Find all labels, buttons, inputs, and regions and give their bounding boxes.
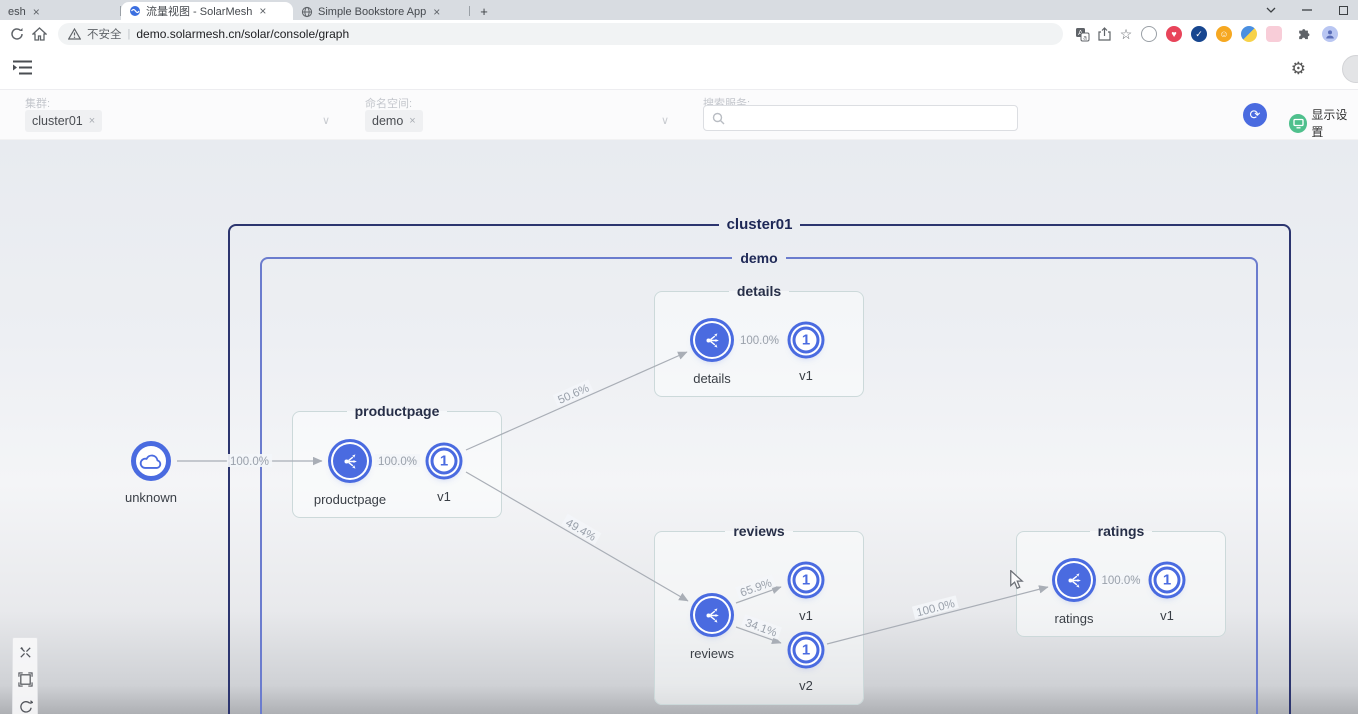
menu-unfold-icon[interactable] <box>13 59 32 81</box>
chip-remove-icon[interactable]: × <box>89 115 95 127</box>
service-title: details <box>729 283 789 299</box>
translate-icon[interactable]: Aa <box>1071 23 1093 45</box>
app-header: ⚙ <box>0 48 1358 90</box>
tab-title: 流量视图 - SolarMesh <box>146 3 252 19</box>
extensions-puzzle-icon[interactable] <box>1291 23 1313 45</box>
extension-grey-icon[interactable] <box>1141 26 1157 42</box>
minimize-icon[interactable] <box>1300 3 1314 17</box>
reload-icon[interactable] <box>6 23 28 45</box>
bookmark-star-icon[interactable]: ☆ <box>1115 23 1137 45</box>
traffic-graph-canvas[interactable]: 100.0%100.0%50.6%49.4%100.0%65.9%34.1%10… <box>0 140 1358 714</box>
reset-view-icon[interactable] <box>16 697 34 714</box>
search-icon <box>712 112 725 125</box>
refresh-button[interactable]: ⟳ <box>1243 103 1267 127</box>
node-label: ratings <box>1054 611 1093 626</box>
service-title: productpage <box>347 403 448 419</box>
filter-bar: 集群: cluster01 × ∨ 命名空间: demo × ∨ 搜索服务: <box>0 90 1358 140</box>
namespace-filter-chip[interactable]: demo × <box>365 110 423 132</box>
service-node-icon[interactable] <box>695 323 729 357</box>
workload-count-badge[interactable]: 1 <box>793 567 820 594</box>
address-bar[interactable]: 不安全 | demo.solarmesh.cn/solar/console/gr… <box>58 23 1063 45</box>
browser-tab-1[interactable]: esh × <box>0 3 120 20</box>
namespace-select-chevron-icon[interactable]: ∨ <box>661 114 669 127</box>
header-avatar[interactable] <box>1342 55 1358 83</box>
workload-count-badge[interactable]: 1 <box>793 637 820 664</box>
browser-tab-strip: esh × 流量视图 - SolarMesh × Simple Bookstor… <box>0 0 1358 20</box>
fullscreen-toggle-icon[interactable] <box>16 643 34 661</box>
workload-count-badge[interactable]: 1 <box>431 448 458 475</box>
url-separator: | <box>128 28 131 40</box>
share-icon[interactable] <box>1093 23 1115 45</box>
browser-tab-2-active[interactable]: 流量视图 - SolarMesh × <box>121 2 293 20</box>
service-group-details: details <box>654 283 864 397</box>
gear-icon[interactable]: ⚙ <box>1291 59 1306 79</box>
tab-close-icon[interactable]: × <box>431 6 442 18</box>
node-label: unknown <box>125 490 177 505</box>
cluster-filter-chip[interactable]: cluster01 × <box>25 110 102 132</box>
service-node-icon[interactable] <box>1057 563 1091 597</box>
chevron-down-icon[interactable] <box>1264 3 1278 17</box>
browser-tab-3[interactable]: Simple Bookstore App × <box>293 3 469 20</box>
search-service-input[interactable] <box>703 105 1018 131</box>
chip-remove-icon[interactable]: × <box>409 115 415 127</box>
extension-pink-icon[interactable] <box>1266 26 1282 42</box>
not-secure-warning-icon <box>68 28 81 40</box>
display-settings-icon <box>1289 114 1307 133</box>
extension-red-icon[interactable]: ♥ <box>1166 26 1182 42</box>
tab-separator <box>469 6 470 16</box>
namespace-title: demo <box>732 250 785 266</box>
service-node-icon[interactable] <box>333 444 367 478</box>
extension-orange-icon[interactable]: ☺ <box>1216 26 1232 42</box>
node-label: v1 <box>1160 608 1174 623</box>
workload-count-badge[interactable]: 1 <box>1154 567 1181 594</box>
tab-title: esh <box>8 6 26 18</box>
cluster-select-chevron-icon[interactable]: ∨ <box>322 114 330 127</box>
workload-count-badge[interactable]: 1 <box>793 327 820 354</box>
namespace-filter-label: 命名空间: <box>365 95 412 111</box>
restore-window-icon[interactable] <box>1336 3 1350 17</box>
namespace-chip-value: demo <box>372 114 403 128</box>
fit-view-icon[interactable] <box>16 670 34 688</box>
tab-close-icon[interactable]: × <box>257 5 268 17</box>
display-settings-button[interactable]: 显示设置 <box>1289 106 1358 140</box>
node-label: v2 <box>799 678 813 693</box>
node-label: productpage <box>314 492 386 507</box>
solarmesh-favicon <box>129 5 141 17</box>
node-label: details <box>693 371 731 386</box>
browser-toolbar: 不安全 | demo.solarmesh.cn/solar/console/gr… <box>0 20 1358 48</box>
service-title: reviews <box>725 523 792 539</box>
globe-favicon <box>301 6 313 18</box>
tab-close-icon[interactable]: × <box>31 6 42 18</box>
node-label: v1 <box>799 368 813 383</box>
graph-zoom-controls <box>12 637 38 714</box>
service-title: ratings <box>1090 523 1153 539</box>
security-label[interactable]: 不安全 <box>87 26 122 42</box>
display-settings-text: 显示设置 <box>1311 106 1358 140</box>
cluster-filter-label: 集群: <box>25 95 50 111</box>
extension-blueyellow-icon[interactable] <box>1241 26 1257 42</box>
node-label: reviews <box>690 646 734 661</box>
svg-text:a: a <box>1083 34 1087 41</box>
cluster-title: cluster01 <box>719 216 801 233</box>
node-label: v1 <box>799 608 813 623</box>
new-tab-button[interactable]: + <box>476 3 492 19</box>
cluster-chip-value: cluster01 <box>32 114 83 128</box>
home-icon[interactable] <box>28 23 50 45</box>
service-group-ratings: ratings <box>1016 523 1226 637</box>
cloud-icon[interactable] <box>131 441 171 481</box>
node-label: v1 <box>437 489 451 504</box>
extension-check-icon[interactable]: ✓ <box>1191 26 1207 42</box>
extensions-row: ♥ ✓ ☺ <box>1141 23 1338 45</box>
tab-title: Simple Bookstore App <box>318 6 426 18</box>
profile-avatar[interactable] <box>1322 26 1338 42</box>
service-node-icon[interactable] <box>695 598 729 632</box>
window-controls <box>1264 0 1350 20</box>
url-text[interactable]: demo.solarmesh.cn/solar/console/graph <box>136 27 349 41</box>
service-group-reviews: reviews <box>654 523 864 705</box>
